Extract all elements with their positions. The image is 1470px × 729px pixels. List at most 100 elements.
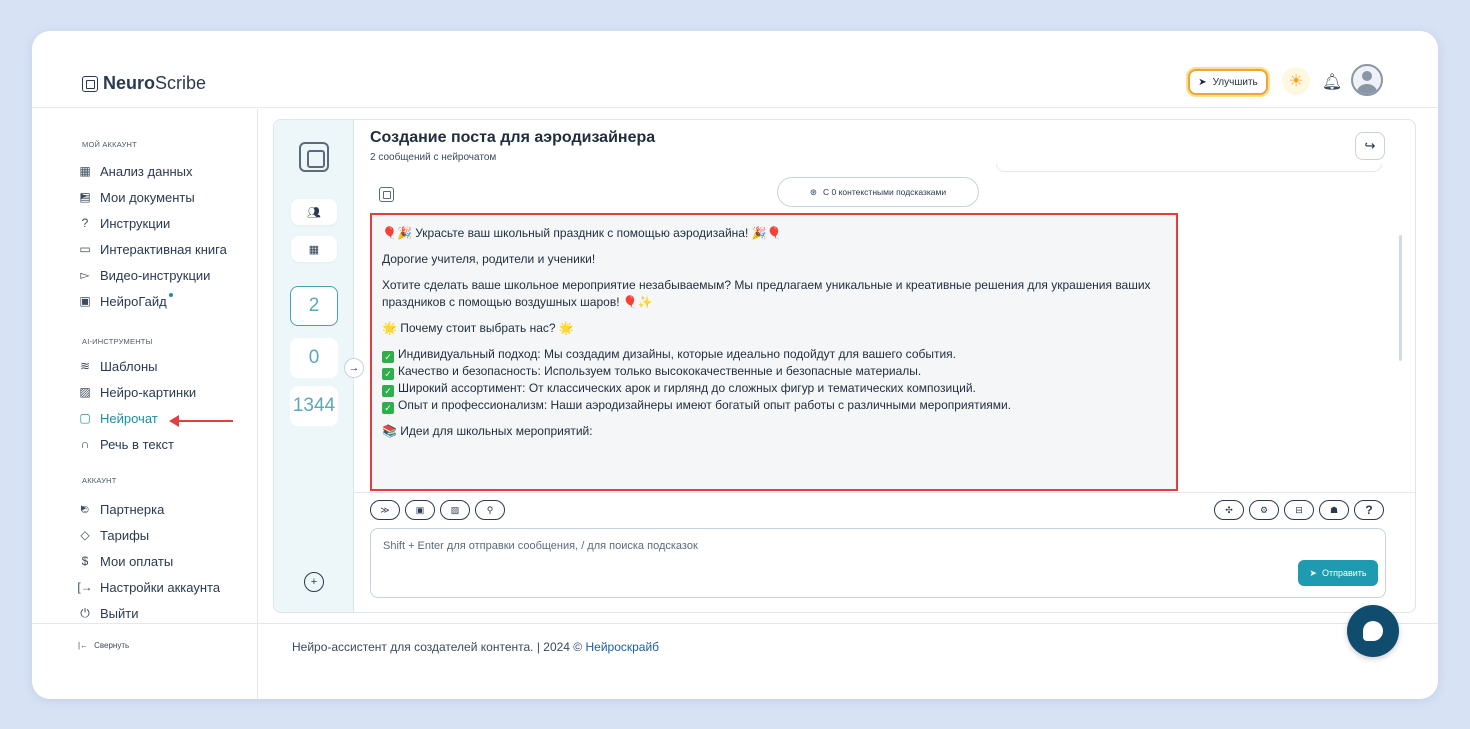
new-dot <box>168 293 173 297</box>
sidebar-item-payments[interactable]: $ Мои оплаты <box>78 552 174 570</box>
input-placeholder: Shift + Enter для отправки сообщения, / … <box>383 540 698 552</box>
check-icon: ✓ <box>382 385 394 397</box>
sidebar-item-neuroguide[interactable]: ▣ НейроГайд <box>78 292 173 310</box>
counter-messages[interactable]: 2 <box>290 286 338 326</box>
chat-side-strip: 👥︎ ▦ 2 0 1344 + <box>274 120 354 612</box>
sidebar-item-label: Тарифы <box>100 527 150 543</box>
logo-rest: Scribe <box>155 73 207 93</box>
power-icon: ⏻ <box>80 605 90 620</box>
panel-icon[interactable]: ⊟ <box>1284 500 1314 520</box>
counter-tokens[interactable]: 1344 <box>290 386 338 426</box>
settings-icon[interactable]: ⚙ <box>1249 500 1279 520</box>
support-chat-button[interactable] <box>1347 605 1399 657</box>
context-hints-label: С 0 контекстными подсказками <box>823 187 947 197</box>
list-item: ✓ Индивидуальный подход: Мы создадим диза… <box>382 346 1166 363</box>
robot-icon[interactable]: ☗ <box>1319 500 1349 520</box>
chat-logo-icon <box>299 142 329 172</box>
sidebar-item-book[interactable]: ▭ Интерактивная книга <box>78 240 227 258</box>
avatar[interactable] <box>1351 64 1383 96</box>
logo-icon <box>82 75 98 92</box>
list-item: ✓ Широкий ассортимент: От классических ар… <box>382 380 1166 397</box>
theme-toggle-sun-icon[interactable]: ☀ <box>1282 67 1310 95</box>
list-item: ✓ Опыт и профессионализм: Наши аэродизайн… <box>382 397 1166 414</box>
sidebar-item-label: Партнерка <box>100 501 165 517</box>
sidebar-item-tariffs[interactable]: ◇ Тарифы <box>78 526 149 544</box>
sidebar-item-partners[interactable]: ☺ Партнерка <box>78 500 164 518</box>
sidebar-item-label: Видео-инструкции <box>100 267 211 283</box>
check-icon: ✓ <box>382 368 394 380</box>
sidebar-item-video[interactable]: ▻ Видео-инструкции <box>78 266 210 284</box>
users-icon[interactable]: 👥︎ <box>291 199 337 225</box>
message-line: Дорогие учителя, родители и ученики! <box>382 252 596 266</box>
annotation-arrow <box>169 415 233 427</box>
send-button[interactable]: ➤ Отправить <box>1298 560 1378 586</box>
add-chat-icon[interactable]: + <box>304 572 324 592</box>
collapse-label: Свернуть <box>94 641 130 650</box>
login-icon: [→ <box>77 580 93 594</box>
logo[interactable]: NeuroScribe <box>82 73 206 94</box>
message-line: 🌟 Почему стоит выбрать нас? 🌟 <box>382 321 574 335</box>
puzzle-icon[interactable]: ✣ <box>1214 500 1244 520</box>
footer-brand-link[interactable]: Нейроскрайб <box>585 640 659 654</box>
sidebar-item-settings[interactable]: [→ Настройки аккаунта <box>77 578 220 596</box>
arrow-right-icon[interactable]: → <box>344 358 364 378</box>
scrollbar[interactable] <box>1399 235 1402 361</box>
message-input[interactable]: Shift + Enter для отправки сообщения, / … <box>370 528 1386 598</box>
sidebar-item-label: НейроГайд <box>100 293 167 309</box>
list-item-text: Качество и безопасность: Используем толь… <box>398 364 922 378</box>
bell-icon[interactable]: 🔔︎ <box>1321 71 1343 93</box>
assistant-message[interactable]: 🎈🎉 Украсьте ваш школьный праздник с помо… <box>370 213 1178 491</box>
document-icon: ▤ <box>79 190 91 204</box>
chat-bubble-icon <box>1363 621 1383 641</box>
check-icon: ✓ <box>382 402 394 414</box>
sidebar-item-instructions[interactable]: ? Инструкции <box>78 214 171 232</box>
sidebar-item-analytics[interactable]: ▦ Анализ данных <box>78 162 193 180</box>
grid-icon[interactable]: ▦ <box>291 236 337 262</box>
message-line: 🎈🎉 Украсьте ваш школьный праздник с помо… <box>382 226 782 240</box>
chat-subtitle: 2 сообщений с нейрочатом <box>370 152 497 163</box>
sidebar-item-label: Выйти <box>100 605 139 621</box>
help-icon[interactable]: ? <box>1354 500 1384 520</box>
tag-icon: ◇ <box>80 528 90 542</box>
divider <box>354 492 1415 493</box>
previous-message-edge <box>996 164 1382 172</box>
section-ai-tools: AI-ИНСТРУМЕНТЫ <box>82 337 153 346</box>
list-item: ✓ Качество и безопасность: Используем тол… <box>382 363 1166 380</box>
section-account: АККАУНТ <box>82 476 117 485</box>
sidebar: МОЙ АККАУНТ ▦ Анализ данных ▶ ▤ Мои докуме… <box>32 109 258 699</box>
magic-wand-icon[interactable]: ⚲ <box>475 500 505 520</box>
share-icon[interactable]: ↪ <box>1355 132 1385 160</box>
context-hints-pill[interactable]: ⊛ С 0 контекстными подсказками <box>777 177 979 207</box>
sidebar-item-documents[interactable]: ▤ Мои документы <box>78 188 195 206</box>
check-icon: ✓ <box>382 351 394 363</box>
image-icon[interactable]: ▨ <box>440 500 470 520</box>
sidebar-item-label: Анализ данных <box>100 163 193 179</box>
upgrade-button[interactable]: ➤ Улучшить <box>1188 69 1268 95</box>
sidebar-item-label: Нейрочат <box>100 410 158 426</box>
sidebar-item-images[interactable]: ▨ Нейро-картинки <box>78 383 196 401</box>
sidebar-item-neurochat[interactable]: ▢ Нейрочат <box>78 409 158 427</box>
footer-text: Нейро-ассистент для создателей контента.… <box>292 640 586 654</box>
book-icon: ▭ <box>79 242 91 256</box>
sidebar-item-templates[interactable]: ≋ Шаблоны <box>78 357 158 375</box>
app-window: NeuroScribe ➤ Улучшить ☀ 🔔︎ МОЙ АККАУНТ … <box>32 31 1438 699</box>
collapse-sidebar-button[interactable]: |← Свернуть <box>78 641 129 650</box>
collapse-icon: |← <box>78 641 89 650</box>
footer-divider <box>32 623 1438 624</box>
benefits-list: ✓ Индивидуальный подход: Мы создадим диза… <box>382 346 1166 414</box>
list-item-text: Опыт и профессионализм: Наши аэродизайне… <box>398 398 1012 412</box>
assistant-icon <box>379 187 394 202</box>
sidebar-item-speech[interactable]: ∩ Речь в текст <box>78 435 174 453</box>
sidebar-item-label: Мои оплаты <box>100 553 174 569</box>
counter-hints[interactable]: 0 <box>290 338 338 378</box>
collapse-down-icon[interactable]: ≫ <box>370 500 400 520</box>
sidebar-item-logout[interactable]: ⏻ Выйти <box>78 604 139 622</box>
sidebar-item-label: Интерактивная книга <box>100 241 227 257</box>
guide-icon: ▣ <box>79 294 91 308</box>
save-icon[interactable]: ▣ <box>405 500 435 520</box>
sidebar-item-label: Мои документы <box>100 189 195 205</box>
footer: Нейро-ассистент для создателей контента.… <box>292 640 659 654</box>
layers-icon: ≋ <box>79 359 91 373</box>
list-item-text: Широкий ассортимент: От классических аро… <box>398 381 976 395</box>
image-icon: ▨ <box>79 385 91 399</box>
